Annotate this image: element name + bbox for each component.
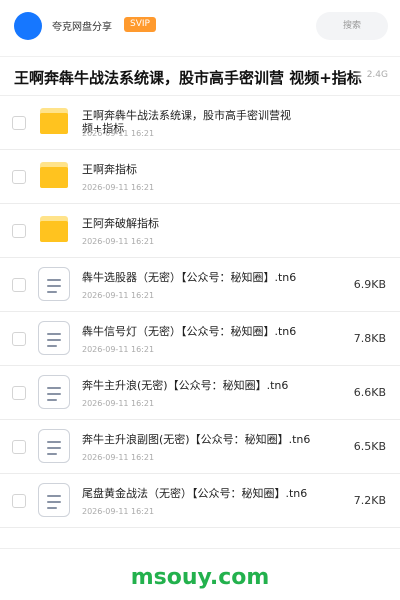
document-icon xyxy=(38,483,70,517)
file-name[interactable]: 奔牛主升浪副图(无密)【公众号：秘知圈】.tn6 xyxy=(82,433,332,446)
select-checkbox[interactable] xyxy=(12,440,26,454)
file-date: 2026-09-11 16:21 xyxy=(82,345,155,354)
file-name[interactable]: 犇牛信号灯（无密）【公众号：秘知圈】.tn6 xyxy=(82,325,332,338)
watermark: msouy.com xyxy=(130,565,270,590)
file-size: 6.5KB xyxy=(353,440,386,453)
file-date: 2026-09-11 16:21 xyxy=(82,183,155,192)
svip-badge: SVIP xyxy=(124,17,156,32)
file-size: 7.8KB xyxy=(353,332,386,345)
search-button[interactable]: 搜索 xyxy=(316,12,388,40)
document-icon xyxy=(38,267,70,301)
select-checkbox[interactable] xyxy=(12,386,26,400)
file-size: 6.6KB xyxy=(353,386,386,399)
total-size: 2.4G xyxy=(352,70,388,80)
file-size: 6.9KB xyxy=(353,278,386,291)
document-icon xyxy=(38,429,70,463)
folder-icon xyxy=(40,216,68,242)
file-date: 2026-09-11 16:21 xyxy=(82,129,155,138)
file-row[interactable]: 犇牛选股器（无密）【公众号：秘知圈】.tn6 2026-09-11 16:21 6.… xyxy=(0,258,400,312)
select-checkbox[interactable] xyxy=(12,278,26,292)
document-icon xyxy=(38,321,70,355)
folder-row[interactable]: 王啊奔指标 2026-09-11 16:21 xyxy=(0,150,400,204)
file-name[interactable]: 尾盘黄金战法（无密）【公众号：秘知圈】.tn6 xyxy=(82,487,332,500)
sharer-name: 夸克网盘分享 xyxy=(52,22,112,33)
folder-icon xyxy=(40,108,68,134)
avatar[interactable] xyxy=(14,12,42,40)
folder-row[interactable]: 王啊奔犇牛战法系统课，股市高手密训营视频+指标 2026-09-11 16:21 xyxy=(0,96,400,150)
folder-row[interactable]: 王阿奔破解指标 2026-09-11 16:21 xyxy=(0,204,400,258)
document-icon xyxy=(38,375,70,409)
file-name[interactable]: 王阿奔破解指标 xyxy=(82,217,332,230)
file-list: 王啊奔犇牛战法系统课，股市高手密训营视频+指标 2026-09-11 16:21 王… xyxy=(0,96,400,528)
file-date: 2026-09-11 16:21 xyxy=(82,399,155,408)
file-row[interactable]: 尾盘黄金战法（无密）【公众号：秘知圈】.tn6 2026-09-11 16:21 7… xyxy=(0,474,400,528)
file-name[interactable]: 犇牛选股器（无密）【公众号：秘知圈】.tn6 xyxy=(82,271,332,284)
file-name[interactable]: 奔牛主升浪(无密)【公众号：秘知圈】.tn6 xyxy=(82,379,332,392)
file-date: 2026-09-11 16:21 xyxy=(82,453,155,462)
file-size: 7.2KB xyxy=(353,494,386,507)
header: 夸克网盘分享 SVIP 搜索 xyxy=(0,0,400,52)
page-title: 王啊奔犇牛战法系统课，股市高手密训营 视频+指标 xyxy=(14,69,362,87)
select-checkbox[interactable] xyxy=(12,170,26,184)
select-checkbox[interactable] xyxy=(12,224,26,238)
select-checkbox[interactable] xyxy=(12,494,26,508)
share-title-bar: 王啊奔犇牛战法系统课，股市高手密训营 视频+指标 2.4G xyxy=(0,56,400,96)
file-row[interactable]: 奔牛主升浪(无密)【公众号：秘知圈】.tn6 2026-09-11 16:21 6.… xyxy=(0,366,400,420)
file-date: 2026-09-11 16:21 xyxy=(82,237,155,246)
folder-icon xyxy=(40,162,68,188)
file-row[interactable]: 犇牛信号灯（无密）【公众号：秘知圈】.tn6 2026-09-11 16:21 7.… xyxy=(0,312,400,366)
file-date: 2026-09-11 16:21 xyxy=(82,291,155,300)
select-checkbox[interactable] xyxy=(12,332,26,346)
select-checkbox[interactable] xyxy=(12,116,26,130)
file-row[interactable]: 奔牛主升浪副图(无密)【公众号：秘知圈】.tn6 2026-09-11 16:21… xyxy=(0,420,400,474)
file-name[interactable]: 王啊奔指标 xyxy=(82,163,332,176)
file-date: 2026-09-11 16:21 xyxy=(82,507,155,516)
